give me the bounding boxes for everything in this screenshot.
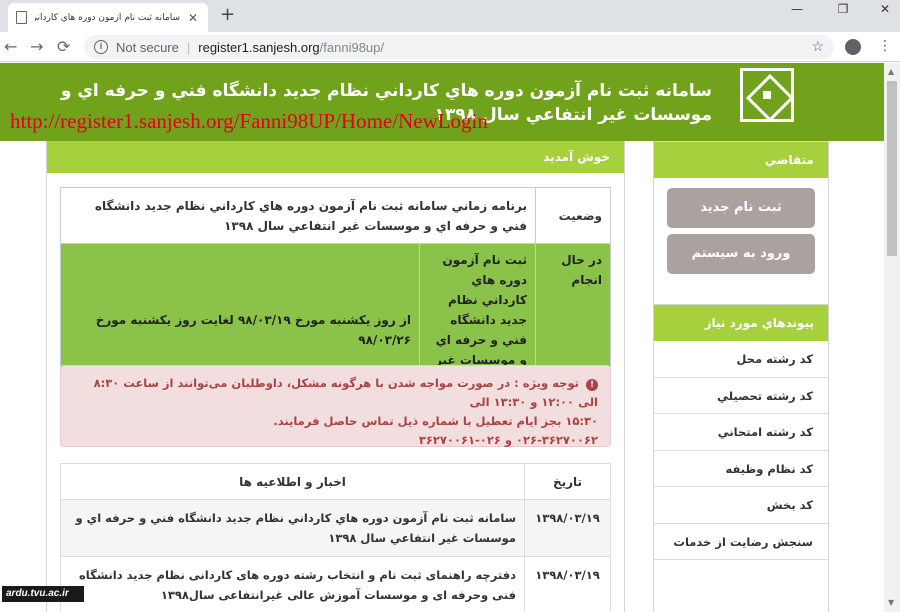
forward-icon[interactable]: → xyxy=(30,37,43,56)
table-row[interactable]: ۱۳۹۸/۰۳/۱۹ سامانه ثبت نام آزمون دوره هاي… xyxy=(60,499,611,557)
browser-menu-icon[interactable]: ⋮ xyxy=(878,38,892,54)
schedule-header-row: وضعيت برنامه زماني سامانه ثبت نام آزمون … xyxy=(60,187,611,244)
alert-line-2: ۱۵:۳۰ بجز ايام تعطيل با شماره ذيل تماس ح… xyxy=(273,414,598,428)
news-date-header: تاريخ xyxy=(524,463,611,500)
new-registration-button[interactable]: ثبت نام جديد xyxy=(667,188,815,228)
close-tab-icon[interactable]: ✕ xyxy=(186,11,200,25)
link-exam-field-code[interactable]: کد رشته امتحاني xyxy=(654,414,828,451)
browser-tab[interactable]: سامانه ثبت نام آزمون دوره هاي کارداني نظ… xyxy=(8,3,208,32)
scroll-down-icon[interactable]: ▼ xyxy=(888,598,894,607)
table-row[interactable]: ۱۳۹۸/۰۳/۱۹ دفترچه راهنمای ثبت نام و انتخ… xyxy=(60,556,611,612)
info-icon[interactable]: i xyxy=(94,40,108,54)
main-panel: خوش آمديد وضعيت برنامه زماني سامانه ثبت … xyxy=(46,141,625,612)
scroll-up-icon[interactable]: ▲ xyxy=(888,67,894,76)
url-host: register1.sanjesh.org xyxy=(198,39,320,55)
login-button[interactable]: ورود به سيستم xyxy=(667,234,815,274)
close-window-icon[interactable]: ✕ xyxy=(870,2,900,16)
link-satisfaction-survey[interactable]: سنجش رضايت از خدمات xyxy=(654,524,828,560)
alert-icon: ! xyxy=(586,379,598,391)
new-tab-icon[interactable]: + xyxy=(220,4,235,25)
watermark-label: ardu.tvu.ac.ir xyxy=(2,586,84,602)
applicant-heading: متقاضي xyxy=(654,142,828,178)
address-separator: | xyxy=(186,39,191,55)
news-header-row: تاريخ اخبار و اطلاعيه ها xyxy=(60,463,611,500)
site-header: سامانه ثبت نام آزمون دوره هاي کارداني نظ… xyxy=(0,63,884,141)
account-icon[interactable] xyxy=(845,39,861,55)
support-alert: ! توجه ويژه : در صورت مواجه شدن با هرگون… xyxy=(60,365,611,447)
link-study-field-code[interactable]: کد رشته تحصيلي xyxy=(654,378,828,414)
tab-title: سامانه ثبت نام آزمون دوره هاي کارداني نظ… xyxy=(35,12,180,23)
page-viewport: سامانه ثبت نام آزمون دوره هاي کارداني نظ… xyxy=(0,63,884,612)
maximize-icon[interactable]: ❐ xyxy=(828,2,858,16)
reload-icon[interactable]: ⟳ xyxy=(57,37,70,56)
alert-line-3: ۰۲۶-۳۶۲۷۰۰۶۲ و ۰۲۶-۳۶۲۷۰۰۶۱ xyxy=(418,433,598,447)
link-district-code[interactable]: کد بخش xyxy=(654,487,828,524)
schedule-heading: برنامه زماني سامانه ثبت نام آزمون دوره ه… xyxy=(60,187,536,244)
news-table: تاريخ اخبار و اطلاعيه ها ۱۳۹۸/۰۳/۱۹ ساما… xyxy=(60,463,611,612)
minimize-icon[interactable]: — xyxy=(782,2,812,16)
browser-toolbar: ← → ⟳ i Not secure | register1.sanjesh.o… xyxy=(0,32,900,62)
sanjesh-logo-icon xyxy=(740,68,794,122)
news-link[interactable]: دفترچه راهنمای ثبت نام و انتخاب رشته دور… xyxy=(60,556,525,612)
news-title-header: اخبار و اطلاعيه ها xyxy=(60,463,525,500)
url-path: /fanni98up/ xyxy=(319,39,385,55)
browser-tab-strip: سامانه ثبت نام آزمون دوره هاي کارداني نظ… xyxy=(0,0,900,32)
alert-line-1: توجه ويژه : در صورت مواجه شدن با هرگونه … xyxy=(93,376,598,409)
status-label: وضعيت xyxy=(535,187,611,244)
page-scrollbar[interactable]: ▲ ▼ xyxy=(884,63,900,612)
overlay-url-text: http://register1.sanjesh.org/Fanni98UP/H… xyxy=(10,109,488,133)
link-military-service-code[interactable]: کد نظام وظيفه xyxy=(654,451,828,487)
news-link[interactable]: سامانه ثبت نام آزمون دوره هاي کارداني نظ… xyxy=(60,499,525,557)
useful-links-panel: پيوندهاي مورد نياز کد رشته محل کد رشته ت… xyxy=(653,304,829,612)
document-icon xyxy=(16,11,27,24)
back-icon[interactable]: ← xyxy=(4,37,17,56)
scrollbar-thumb[interactable] xyxy=(887,81,897,256)
news-date: ۱۳۹۸/۰۳/۱۹ xyxy=(524,499,611,557)
welcome-heading: خوش آمديد xyxy=(47,141,624,173)
links-heading: پيوندهاي مورد نياز xyxy=(654,305,828,341)
security-label: Not secure xyxy=(116,39,179,55)
bookmark-star-icon[interactable]: ☆ xyxy=(811,38,824,55)
news-date: ۱۳۹۸/۰۳/۱۹ xyxy=(524,556,611,612)
link-field-location-code[interactable]: کد رشته محل xyxy=(654,341,828,378)
address-bar[interactable]: i Not secure | register1.sanjesh.org /fa… xyxy=(84,35,834,59)
